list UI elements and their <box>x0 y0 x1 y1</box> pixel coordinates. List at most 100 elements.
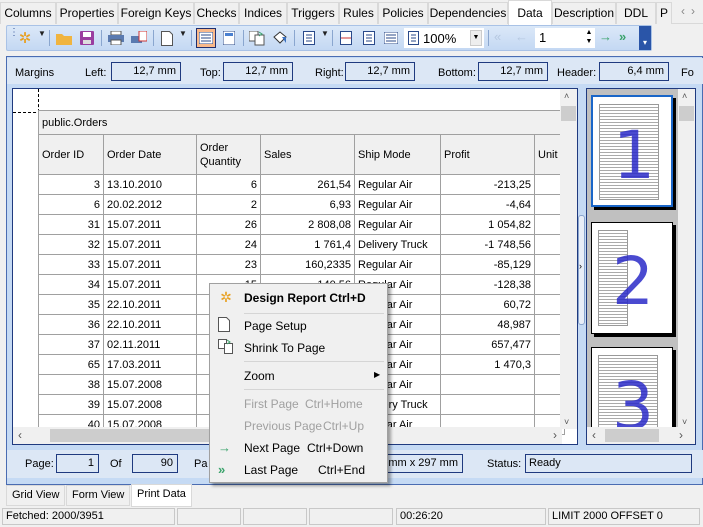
tab-foreign-keys[interactable]: Foreign Keys <box>118 2 194 24</box>
thumbnail-horizontal-scrollbar[interactable]: ‹ › <box>587 427 695 444</box>
calculator-view-icon[interactable] <box>219 28 239 48</box>
preview-vertical-scrollbar[interactable]: ˄ ˅ <box>560 89 577 429</box>
zoom-dropdown-icon[interactable]: ▼ <box>470 30 482 46</box>
tab-indices[interactable]: Indices <box>239 2 287 24</box>
page-width-icon[interactable] <box>336 28 356 48</box>
scroll-down-icon[interactable]: ˅ <box>564 417 569 427</box>
table-cell: -4,64 <box>440 194 535 215</box>
last-page-icon[interactable]: » <box>619 29 626 44</box>
tab-triggers[interactable]: Triggers <box>287 2 339 24</box>
table-cell: 6 <box>38 194 104 215</box>
thumb-scroll-down-icon[interactable]: ˅ <box>682 417 687 427</box>
page-spinner[interactable]: ▲ ▼ <box>583 28 595 48</box>
menu-item-next-page[interactable]: Next Page Ctrl+Down <box>244 441 363 455</box>
last-page-label: Last Page <box>244 463 299 477</box>
header-margin-field[interactable]: 6,4 mm <box>599 62 669 81</box>
design-report-icon[interactable]: ✲ <box>15 28 35 48</box>
margins-label: Margins <box>15 67 55 79</box>
open-folder-icon[interactable] <box>54 28 74 48</box>
tab-scroll-arrows[interactable]: ‹› <box>681 4 701 18</box>
table-cell: 37 <box>38 334 104 355</box>
table-cell: 38 <box>38 374 104 395</box>
fill-color-icon[interactable] <box>270 28 290 48</box>
page-dropdown-icon[interactable]: ▼ <box>179 29 187 38</box>
scroll-left-icon[interactable]: ‹ <box>18 428 22 442</box>
vertical-scroll-thumb[interactable] <box>561 106 576 121</box>
right-margin-field[interactable]: 12,7 mm <box>345 62 415 81</box>
header-row: Order ID Order Date Order Quantity Sales Shi… <box>38 134 565 175</box>
status-label: Status: <box>487 458 522 470</box>
thumb-horizontal-scroll-thumb[interactable] <box>605 429 659 442</box>
next-page-icon[interactable]: → <box>599 29 612 44</box>
tab-data[interactable]: Data <box>508 0 552 25</box>
bottom-margin-field[interactable]: 12,7 mm <box>478 62 548 81</box>
tab-form-view[interactable]: Form View <box>66 485 131 506</box>
table-cell: 24 <box>196 234 261 255</box>
zoom-select[interactable]: 100% ▼ <box>404 28 484 48</box>
thumb-scroll-up-icon[interactable]: ˄ <box>682 91 687 101</box>
tab-policies[interactable]: Policies <box>378 2 428 24</box>
left-margin-field[interactable]: 12,7 mm <box>111 62 181 81</box>
page-layout-icon[interactable] <box>299 28 319 48</box>
menu-item-shrink-to-page[interactable]: Shrink To Page <box>244 341 325 355</box>
scroll-up-icon[interactable]: ˄ <box>564 91 569 101</box>
thumb-vertical-scroll-thumb[interactable] <box>679 106 694 121</box>
scroll-right-icon[interactable]: › <box>553 428 557 442</box>
next-page-label: Next Page <box>244 441 301 455</box>
page-number-input[interactable]: 1 ▲ ▼ <box>535 28 595 48</box>
header-margin-label: Header: <box>557 67 597 79</box>
tab-ddl[interactable]: DDL <box>616 2 656 24</box>
tab-description[interactable]: Description <box>552 2 616 24</box>
table-cell: 15.07.2008 <box>103 394 197 415</box>
table-cell: 22.10.2011 <box>103 314 197 335</box>
table-cell: 1 054,82 <box>440 214 535 235</box>
design-dropdown-icon[interactable]: ▼ <box>38 29 46 38</box>
thumb-scroll-left-icon[interactable]: ‹ <box>592 428 596 442</box>
status-cell-3 <box>243 508 307 525</box>
menu-item-design-report[interactable]: Design Report Ctrl+D <box>244 291 366 305</box>
thumbnail-splitter[interactable]: › <box>578 215 585 325</box>
thumbnail-vertical-scrollbar[interactable]: ˄ ˅ <box>678 89 695 429</box>
save-icon[interactable] <box>77 28 97 48</box>
table-row: 6 20.02.2012 2 6,93 Regular Air -4,64 <box>38 194 565 215</box>
page-thumbnail[interactable]: 1 <box>591 95 673 207</box>
current-page-field[interactable]: 1 <box>56 454 99 473</box>
whole-page-icon[interactable] <box>359 28 379 48</box>
tab-print-data[interactable]: Print Data <box>131 484 192 507</box>
tab-properties[interactable]: Properties <box>56 2 118 24</box>
multipage-view-icon[interactable] <box>196 28 216 48</box>
tab-columns[interactable]: Columns <box>0 2 56 24</box>
table-cell: 13.10.2010 <box>103 174 197 195</box>
menu-item-zoom[interactable]: Zoom <box>244 369 275 383</box>
page-label: Page: <box>25 458 54 470</box>
shrink-to-page-icon[interactable] <box>247 28 267 48</box>
tab-rules[interactable]: Rules <box>339 2 378 24</box>
page-setup-icon[interactable] <box>157 28 177 48</box>
tab-grid-view[interactable]: Grid View <box>6 485 66 506</box>
paper-label: Pa <box>194 458 208 470</box>
multiple-pages-icon[interactable] <box>381 28 401 48</box>
tab-dependencies[interactable]: Dependencies <box>428 2 508 24</box>
table-cell: 31 <box>38 214 104 235</box>
table-cell: 39 <box>38 394 104 415</box>
table-cell: 15.07.2011 <box>103 234 197 255</box>
margins-bar: Margins Left: 12,7 mm Top: 12,7 mm Right… <box>7 58 703 84</box>
menu-item-last-page[interactable]: Last Page Ctrl+End <box>244 463 365 477</box>
table-cell: -85,129 <box>440 254 535 275</box>
toolbar-options-icon[interactable]: ▾ <box>639 26 651 50</box>
layout-dropdown-icon[interactable]: ▼ <box>321 29 329 38</box>
table-cell: 23 <box>196 254 261 275</box>
table-cell: 261,54 <box>260 174 355 195</box>
tab-more[interactable]: P <box>656 2 672 24</box>
page-thumbnail[interactable]: 2 <box>591 222 673 334</box>
print-setup-icon[interactable] <box>129 28 149 48</box>
menu-item-page-setup[interactable]: Page Setup <box>244 319 307 333</box>
print-icon[interactable] <box>106 28 126 48</box>
thumbnail-page-number: 1 <box>613 117 655 194</box>
thumbnail-panel: 123 ˄ ˅ ‹ › <box>586 88 696 445</box>
table-cell: 6 <box>196 174 261 195</box>
limit-offset: LIMIT 2000 OFFSET 0 <box>548 508 700 525</box>
tab-checks[interactable]: Checks <box>194 2 239 24</box>
thumb-scroll-right-icon[interactable]: › <box>679 428 683 442</box>
top-margin-field[interactable]: 12,7 mm <box>223 62 293 81</box>
